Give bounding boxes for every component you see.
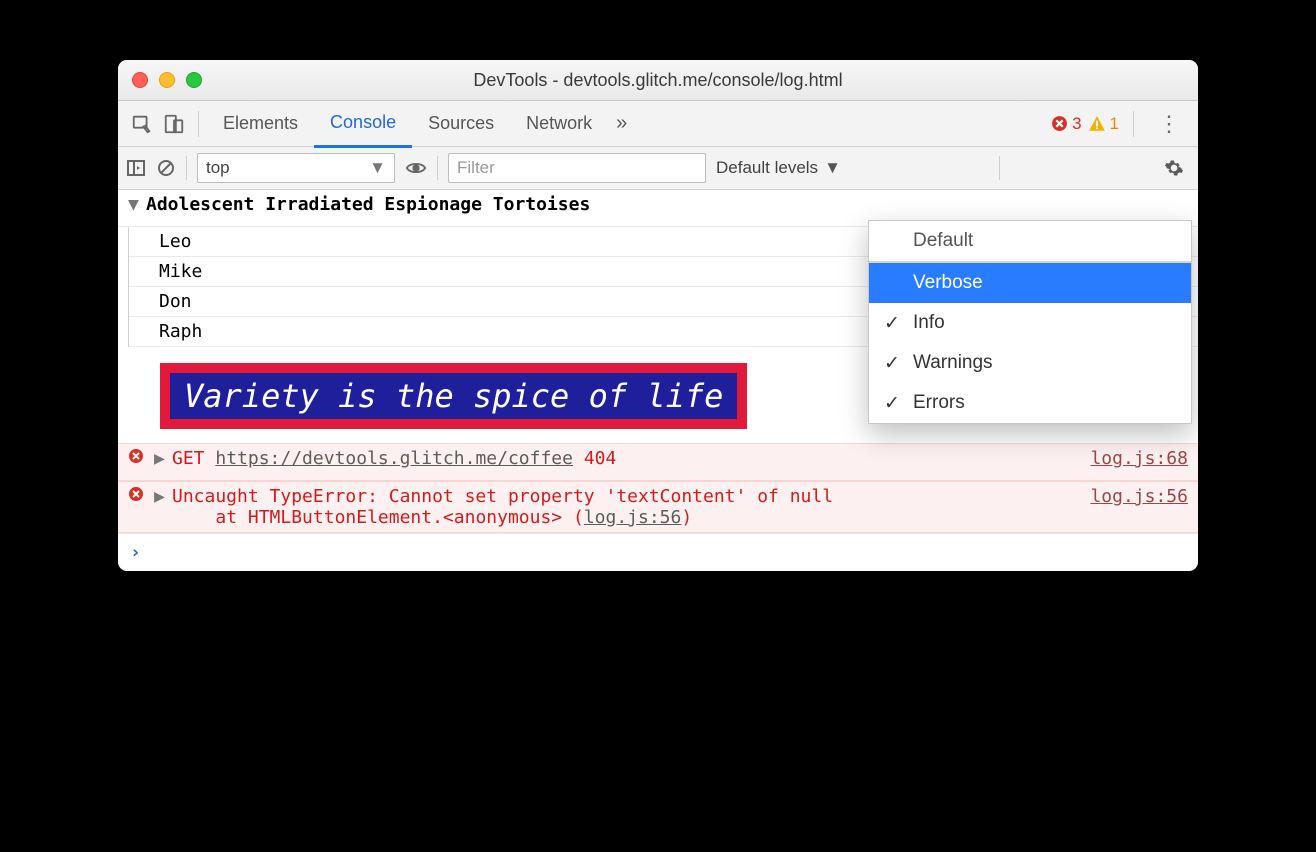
console-settings-icon[interactable] bbox=[1158, 158, 1190, 178]
request-method: GET bbox=[172, 448, 205, 469]
separator bbox=[198, 111, 199, 137]
disclosure-triangle-icon[interactable]: ▶ bbox=[154, 448, 168, 469]
zoom-window-button[interactable] bbox=[186, 72, 202, 88]
log-level-verbose[interactable]: Verbose bbox=[869, 263, 1191, 303]
request-url[interactable]: https://devtools.glitch.me/coffee bbox=[215, 448, 573, 469]
tab-elements[interactable]: Elements bbox=[207, 101, 314, 146]
tab-network[interactable]: Network bbox=[510, 101, 608, 146]
check-icon: ✓ bbox=[883, 352, 901, 375]
toggle-console-sidebar-icon[interactable] bbox=[126, 158, 146, 178]
console-error-row: ▶ Uncaught TypeError: Cannot set propert… bbox=[118, 481, 1198, 533]
tab-sources[interactable]: Sources bbox=[412, 101, 510, 146]
clear-console-icon[interactable] bbox=[156, 158, 176, 178]
live-expression-icon[interactable] bbox=[405, 157, 427, 179]
warning-count: 1 bbox=[1110, 114, 1119, 134]
warning-icon bbox=[1088, 115, 1106, 133]
main-toolbar: Elements Console Sources Network » 3 1 ⋮ bbox=[118, 101, 1198, 147]
disclosure-triangle-icon[interactable]: ▶ bbox=[154, 486, 168, 507]
stack-frame-prefix: at HTMLButtonElement.<anonymous> ( bbox=[215, 507, 583, 528]
console-error-row: ▶ GET https://devtools.glitch.me/coffee … bbox=[118, 443, 1198, 481]
log-level-label: Default levels bbox=[716, 158, 818, 178]
separator bbox=[437, 156, 438, 180]
log-levels-default-label: Default bbox=[913, 230, 973, 252]
status-code: 404 bbox=[584, 448, 617, 469]
separator bbox=[999, 156, 1000, 180]
log-level-info[interactable]: ✓ Info bbox=[869, 303, 1191, 343]
error-message-body: Uncaught TypeError: Cannot set property … bbox=[172, 486, 1090, 528]
console-prompt[interactable]: › bbox=[118, 533, 1198, 571]
error-count: 3 bbox=[1072, 114, 1081, 134]
tabs-overflow-button[interactable]: » bbox=[608, 112, 635, 135]
panel-tabs: Elements Console Sources Network » bbox=[207, 100, 635, 148]
error-icon bbox=[1051, 115, 1068, 132]
separator bbox=[1133, 111, 1134, 137]
console-styled-message: Variety is the spice of life bbox=[160, 363, 747, 429]
error-count-badge[interactable]: 3 bbox=[1051, 114, 1081, 134]
log-levels-popup: Default Verbose ✓ Info ✓ Warnings ✓ Erro… bbox=[868, 220, 1192, 424]
log-level-label: Errors bbox=[913, 392, 965, 414]
execution-context-label: top bbox=[206, 158, 230, 178]
warning-count-badge[interactable]: 1 bbox=[1088, 114, 1119, 134]
source-link[interactable]: log.js:56 bbox=[1090, 486, 1188, 507]
titlebar: DevTools - devtools.glitch.me/console/lo… bbox=[118, 60, 1198, 101]
log-level-label: Info bbox=[913, 312, 945, 334]
chevron-down-icon: ▼ bbox=[369, 158, 386, 178]
log-level-label: Warnings bbox=[913, 352, 993, 374]
prompt-chevron-icon: › bbox=[130, 542, 141, 563]
log-level-selector[interactable]: Default levels ▼ bbox=[716, 158, 841, 178]
stack-frame-suffix: ) bbox=[681, 507, 692, 528]
stack-frame-link[interactable]: log.js:56 bbox=[584, 507, 682, 528]
inspect-element-icon[interactable] bbox=[126, 113, 158, 135]
log-level-warnings[interactable]: ✓ Warnings bbox=[869, 343, 1191, 383]
traffic-lights bbox=[118, 72, 202, 88]
filter-input[interactable] bbox=[448, 153, 706, 183]
disclosure-triangle-icon[interactable]: ▼ bbox=[128, 194, 142, 215]
log-levels-default[interactable]: Default bbox=[869, 221, 1191, 263]
main-menu-button[interactable]: ⋮ bbox=[1148, 111, 1190, 137]
log-level-label: Verbose bbox=[913, 272, 983, 294]
check-icon: ✓ bbox=[883, 392, 901, 415]
minimize-window-button[interactable] bbox=[159, 72, 175, 88]
separator bbox=[186, 156, 187, 180]
source-link[interactable]: log.js:68 bbox=[1090, 448, 1188, 469]
devtools-window: DevTools - devtools.glitch.me/console/lo… bbox=[118, 60, 1198, 571]
error-message: Uncaught TypeError: Cannot set property … bbox=[172, 486, 833, 507]
console-filter-bar: top ▼ Default levels ▼ bbox=[118, 147, 1198, 190]
close-window-button[interactable] bbox=[132, 72, 148, 88]
error-icon bbox=[128, 448, 146, 464]
toggle-device-toolbar-icon[interactable] bbox=[158, 113, 190, 135]
chevron-down-icon: ▼ bbox=[824, 158, 841, 178]
check-icon: ✓ bbox=[883, 312, 901, 335]
window-title: DevTools - devtools.glitch.me/console/lo… bbox=[118, 70, 1198, 91]
console-group-label: Adolescent Irradiated Espionage Tortoise… bbox=[146, 194, 590, 215]
log-level-errors[interactable]: ✓ Errors bbox=[869, 383, 1191, 423]
execution-context-selector[interactable]: top ▼ bbox=[197, 153, 395, 183]
error-icon bbox=[128, 486, 146, 502]
tab-console[interactable]: Console bbox=[314, 100, 412, 148]
